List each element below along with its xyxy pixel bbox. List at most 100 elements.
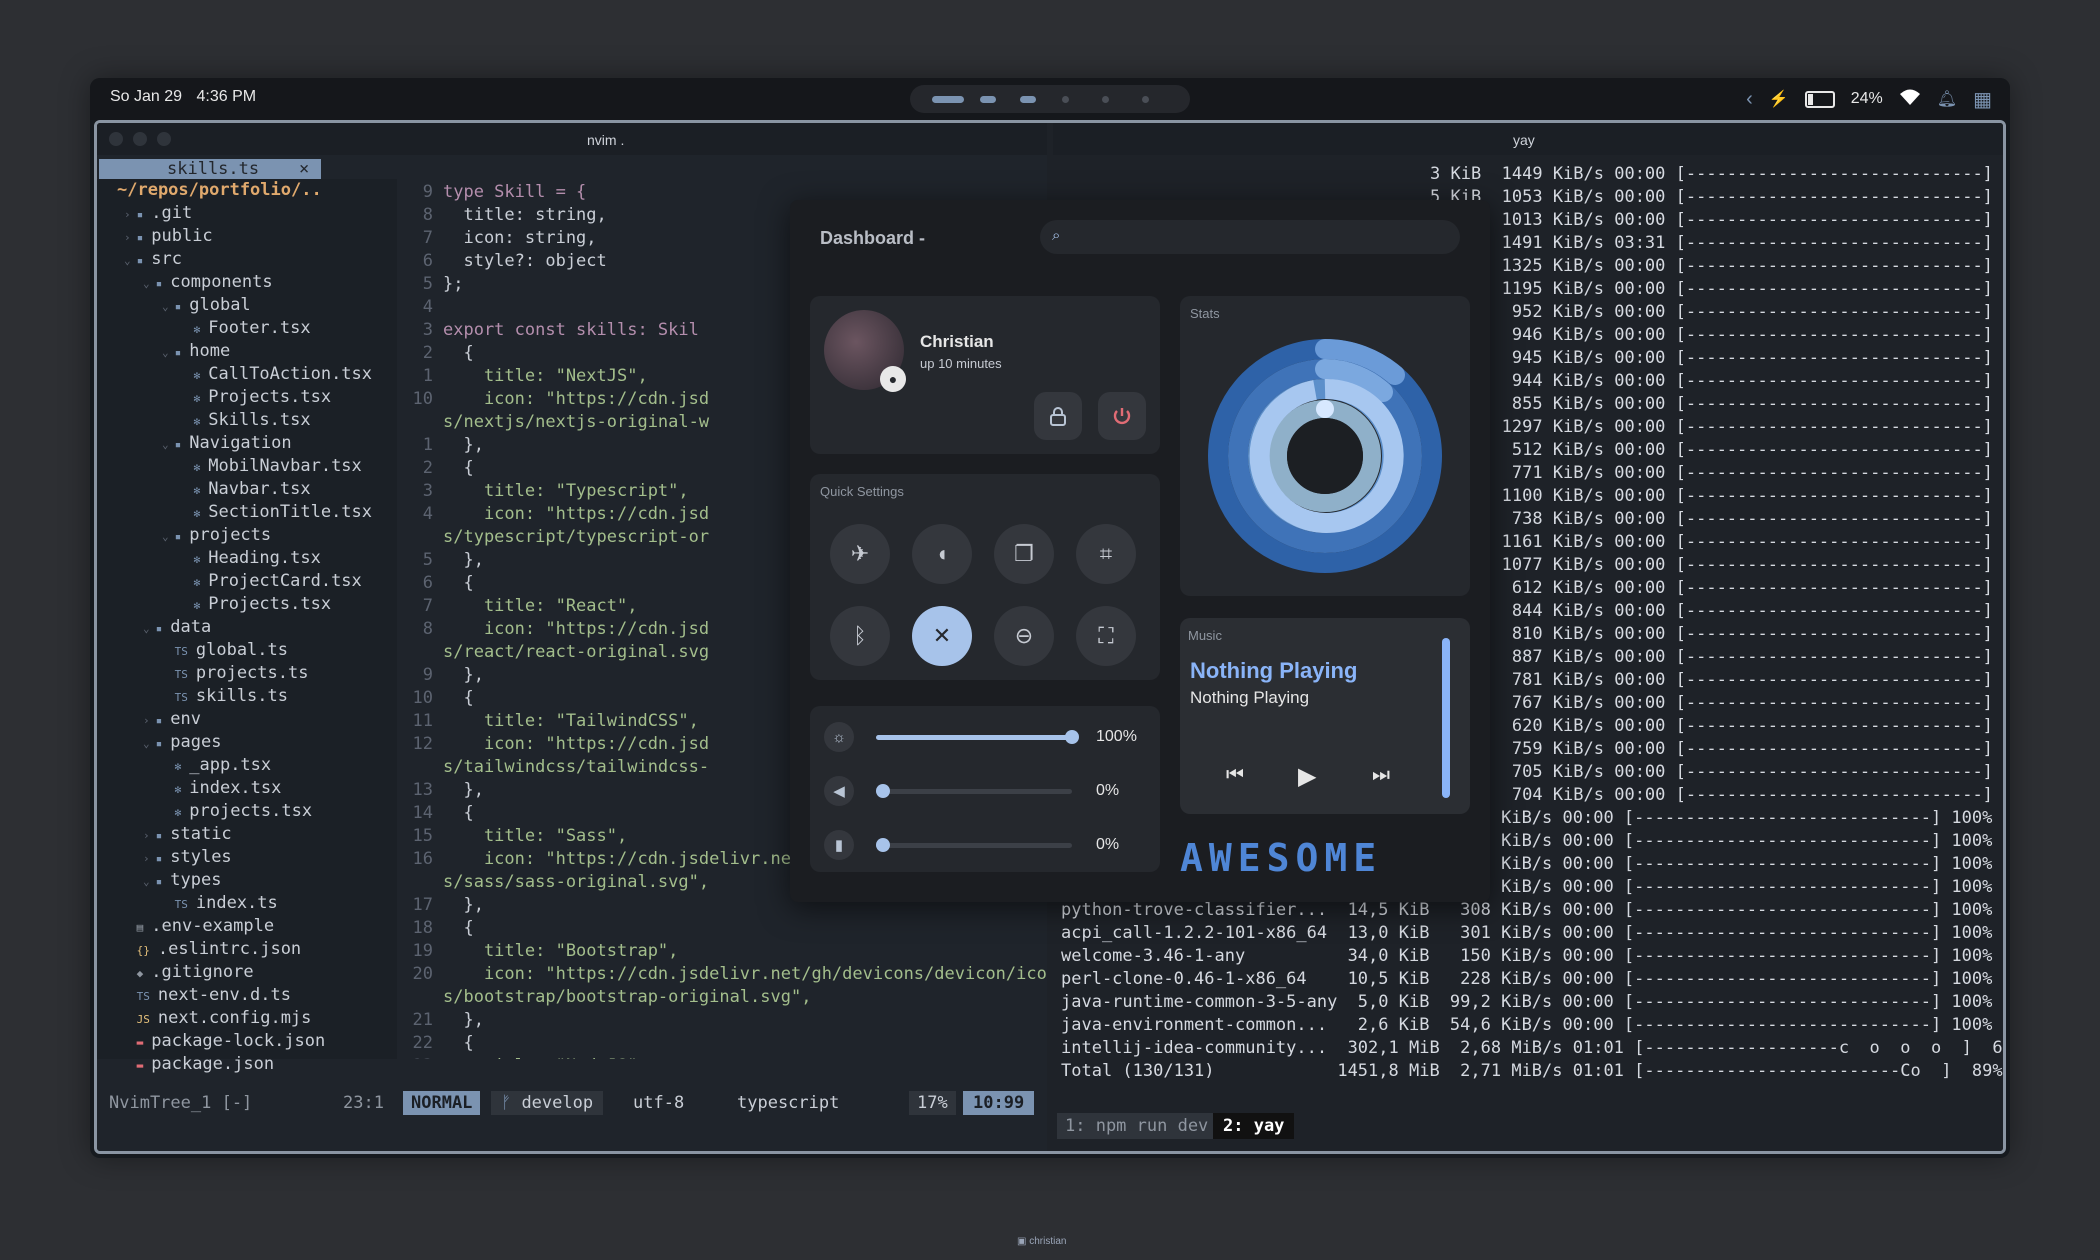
play-button[interactable]: ▶ xyxy=(1298,762,1316,791)
git-branch: ᚠ develop xyxy=(491,1091,604,1115)
tree-item[interactable]: {} .eslintrc.json xyxy=(124,938,302,961)
tree-item[interactable]: ▤ .env-example xyxy=(124,915,274,938)
tmux-window-2[interactable]: 2: yay xyxy=(1213,1113,1295,1139)
bluetooth-button[interactable]: ᛒ xyxy=(830,606,890,666)
line-number: 21 xyxy=(412,1010,433,1030)
tree-item[interactable]: ✻ ProjectCard.tsx xyxy=(181,570,362,593)
workspace-5[interactable] xyxy=(1102,96,1109,103)
tree-item[interactable]: › ▪ .git xyxy=(124,202,192,225)
tree-item[interactable]: ⌄ ▪ pages xyxy=(143,731,221,754)
code-text: s/nextjs/nextjs-original-w xyxy=(443,412,710,432)
tree-cursor-pos: 23:1 xyxy=(343,1093,384,1113)
tree-item[interactable]: ✻ index.tsx xyxy=(162,777,282,800)
tree-item[interactable]: ✻ Navbar.tsx xyxy=(181,478,311,501)
bell-icon[interactable]: 🔔︎ xyxy=(1937,89,1957,109)
clipboard-button[interactable]: ❐ xyxy=(994,524,1054,584)
code-text: }, xyxy=(443,780,484,800)
tree-item[interactable]: ✻ projects.tsx xyxy=(162,800,312,823)
workspace-2[interactable] xyxy=(980,96,996,103)
tree-item[interactable]: › ▪ env xyxy=(143,708,201,731)
tree-item[interactable]: ✻ Heading.tsx xyxy=(181,547,321,570)
previous-track-button[interactable]: ⏮︎ xyxy=(1226,764,1244,787)
file-icon: ✻ xyxy=(193,599,201,612)
tree-item[interactable]: ◆ .gitignore xyxy=(124,961,254,984)
window-minimize-button[interactable] xyxy=(133,132,147,146)
tree-item[interactable]: JS next.config.mjs xyxy=(124,1007,312,1030)
code-line: s/tailwindcss/tailwindcss- xyxy=(401,756,709,779)
mic-slider[interactable] xyxy=(876,843,1072,848)
code-line: 23 title: "NodeJS", xyxy=(401,1055,648,1059)
code-text: }, xyxy=(443,550,484,570)
music-volume-bar[interactable] xyxy=(1442,638,1450,798)
skip-forward-icon: ⏭︎ xyxy=(1372,764,1390,786)
close-icon[interactable]: × xyxy=(299,159,309,179)
tree-item[interactable]: ⌄ ▪ components xyxy=(143,271,273,294)
tree-item[interactable]: TS global.ts xyxy=(162,639,288,662)
file-icon: ✻ xyxy=(193,369,201,382)
workspace-1[interactable] xyxy=(932,96,964,103)
workspace-3[interactable] xyxy=(1020,96,1036,103)
window-close-button[interactable] xyxy=(109,132,123,146)
code-line: 12 icon: "https://cdn.jsd xyxy=(401,733,710,756)
workspace-4[interactable] xyxy=(1062,96,1069,103)
chevron-left-icon[interactable]: ‹ xyxy=(1746,88,1753,111)
tree-item[interactable]: ⌄ ▪ projects xyxy=(162,524,271,547)
fullscreen-button[interactable]: ⛶ xyxy=(1076,606,1136,666)
tree-item[interactable]: ✻ Skills.tsx xyxy=(181,409,311,432)
tree-item-label: env xyxy=(170,709,201,729)
volume-slider[interactable] xyxy=(876,789,1072,794)
tree-item[interactable]: ✻ Projects.tsx xyxy=(181,593,331,616)
tree-item[interactable]: ⌄ ▪ Navigation xyxy=(162,432,292,455)
mic-mute-button[interactable]: ✕ xyxy=(912,606,972,666)
folder-icon: ▪ xyxy=(136,231,144,244)
tree-item[interactable]: ⌄ ▪ global xyxy=(162,294,251,317)
tree-item[interactable]: › ▪ styles xyxy=(143,846,232,869)
tree-item[interactable]: ✻ MobilNavbar.tsx xyxy=(181,455,362,478)
volume-knob[interactable] xyxy=(876,784,890,798)
tree-item[interactable]: ▬ package-lock.json xyxy=(124,1030,326,1053)
wifi-icon[interactable] xyxy=(1899,88,1921,111)
download-row: 7 KiB 759 KiB/s 00:00 [-----------------… xyxy=(1430,739,2006,759)
tree-item[interactable]: ⌄ ▪ data xyxy=(143,616,211,639)
night-light-button[interactable]: ◖ xyxy=(912,524,972,584)
tree-item[interactable]: ✻ CallToAction.tsx xyxy=(181,363,372,386)
mic-knob[interactable] xyxy=(876,838,890,852)
tree-item-label: Footer.tsx xyxy=(208,318,311,338)
workspace-6[interactable] xyxy=(1142,96,1149,103)
chevron-down-icon: ⌄ xyxy=(143,277,150,290)
tree-item[interactable]: ✻ _app.tsx xyxy=(162,754,272,777)
line-number: 7 xyxy=(422,228,433,248)
tree-item[interactable]: ✻ Projects.tsx xyxy=(181,386,331,409)
uptime: up 10 minutes xyxy=(920,356,1002,371)
tree-item[interactable]: TS projects.ts xyxy=(162,662,309,685)
tree-item[interactable]: TS skills.ts xyxy=(162,685,288,708)
code-line: s/nextjs/nextjs-original-w xyxy=(401,411,709,434)
buffer-tab[interactable]: skills.ts × xyxy=(99,159,321,179)
line-number: 15 xyxy=(412,826,433,846)
tree-root: ~/repos/portfolio/.. xyxy=(117,180,322,200)
tree-item[interactable]: › ▪ public xyxy=(124,225,213,248)
lock-button[interactable] xyxy=(1034,392,1082,440)
airplane-mode-button[interactable]: ✈ xyxy=(830,524,890,584)
chevron-down-icon: ⌄ xyxy=(162,530,169,543)
tree-item[interactable]: ⌄ ▪ home xyxy=(162,340,230,363)
brightness-knob[interactable] xyxy=(1065,730,1079,744)
code-line: 5 }, xyxy=(401,549,484,572)
download-row: 5 KiB 945 KiB/s 00:00 [-----------------… xyxy=(1430,348,2006,368)
tree-item[interactable]: ▬ package.json xyxy=(124,1053,274,1076)
tree-item[interactable]: › ▪ static xyxy=(143,823,232,846)
tree-item[interactable]: ✻ Footer.tsx xyxy=(181,317,311,340)
window-maximize-button[interactable] xyxy=(157,132,171,146)
tree-item[interactable]: TS next-env.d.ts xyxy=(124,984,291,1007)
tree-item[interactable]: ✻ SectionTitle.tsx xyxy=(181,501,372,524)
do-not-disturb-button[interactable]: ⊖ xyxy=(994,606,1054,666)
grid-icon[interactable]: ▦ xyxy=(1973,87,1992,112)
tmux-window-1[interactable]: 1: npm run dev xyxy=(1057,1113,1217,1139)
screenshot-button[interactable]: ⌗ xyxy=(1076,524,1136,584)
tree-item[interactable]: TS index.ts xyxy=(162,892,278,915)
tree-item[interactable]: ⌄ ▪ types xyxy=(143,869,221,892)
power-button[interactable] xyxy=(1098,392,1146,440)
tree-item[interactable]: ⌄ ▪ src xyxy=(124,248,182,271)
next-track-button[interactable]: ⏭︎ xyxy=(1372,764,1390,787)
search-input[interactable]: ⌕ xyxy=(1040,220,1460,254)
